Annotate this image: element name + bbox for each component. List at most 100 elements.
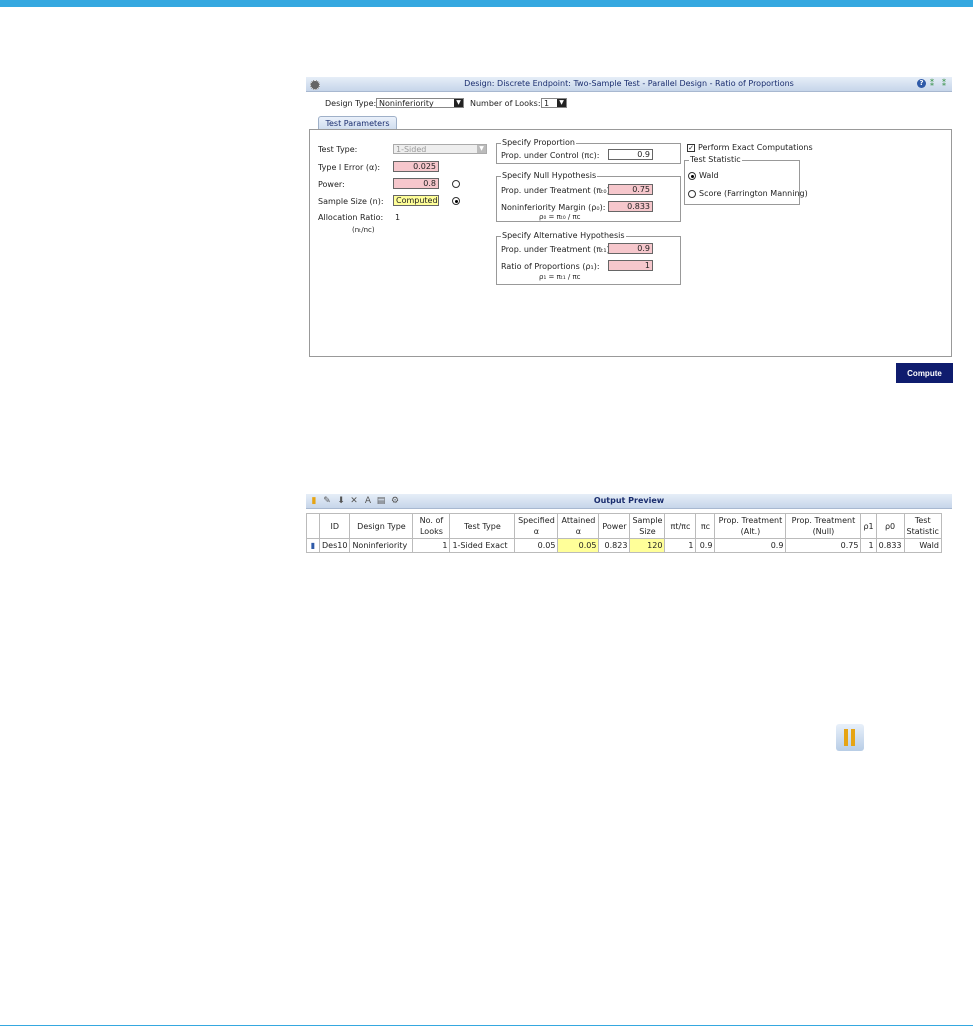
alternative-hypothesis-legend: Specify Alternative Hypothesis: [501, 231, 626, 240]
column-header[interactable]: ρ0: [875, 513, 905, 539]
margin-formula: ρ₀ = πₜ₀ / πᴄ: [539, 213, 581, 221]
score-radio[interactable]: [688, 190, 696, 198]
type-i-error-label: Type I Error (α):: [318, 163, 381, 172]
chevron-down-icon: ▼: [557, 99, 566, 107]
compute-power-radio[interactable]: [452, 180, 460, 188]
table-cell: 1: [412, 538, 451, 553]
column-header[interactable]: Prop. Treatment (Alt.): [714, 513, 787, 539]
compute-sample-size-radio[interactable]: [452, 197, 460, 205]
bottom-accent-line: [0, 1025, 973, 1026]
chevron-down-icon: ▼: [454, 99, 463, 107]
power-label: Power:: [318, 180, 345, 189]
alt-prop-treatment-label: Prop. under Treatment (πₜ₁):: [501, 245, 613, 254]
chevron-down-icon: ▼: [477, 145, 486, 153]
test-type-value: 1-Sided: [396, 145, 427, 154]
score-label: Score (Farrington Manning): [699, 189, 808, 198]
null-prop-treatment-field[interactable]: 0.75: [608, 184, 653, 195]
design-type-value: Noninferiority: [379, 99, 434, 108]
table-cell: 1-Sided Exact: [449, 538, 516, 553]
design-title: Design: Discrete Endpoint: Two-Sample Te…: [464, 79, 794, 88]
output-toolbar: ▮ ✎ ⬇ ✕ A ▤ ⚙ Output Preview: [306, 494, 952, 509]
exact-computations-label: Perform Exact Computations: [698, 143, 813, 152]
test-type-select: 1-Sided ▼: [393, 144, 487, 154]
table-cell: Noninferiority: [349, 538, 414, 553]
column-header[interactable]: Attained α: [557, 513, 600, 539]
null-prop-treatment-label: Prop. under Treatment (πₜ₀):: [501, 186, 613, 195]
table-cell: Wald: [903, 538, 942, 553]
column-header[interactable]: Test Statistic: [903, 513, 942, 539]
table-cell: Des10: [318, 538, 351, 553]
design-panel: Design: Discrete Endpoint: Two-Sample Te…: [306, 77, 952, 361]
expand-tree-icon[interactable]: ⁑: [942, 79, 951, 88]
noninferiority-margin-label: Noninferiority Margin (ρ₀):: [501, 203, 606, 212]
wald-label: Wald: [699, 171, 719, 180]
ratio-formula: ρ₁ = πₜ₁ / πᴄ: [539, 273, 581, 281]
specify-proportion-group: Specify Proportion Prop. under Control (…: [496, 138, 681, 164]
table-cell: 0.75: [785, 538, 862, 553]
ratio-of-proportions-field[interactable]: 1: [608, 260, 653, 271]
number-of-looks-label: Number of Looks:: [470, 99, 541, 108]
test-type-label: Test Type:: [318, 145, 358, 154]
column-header[interactable]: Specified α: [514, 513, 559, 539]
alternative-hypothesis-group: Specify Alternative Hypothesis Prop. und…: [496, 231, 681, 285]
table-cell: 0.05: [514, 538, 559, 553]
top-accent-bar: [0, 0, 973, 7]
compute-button[interactable]: Compute: [896, 363, 953, 383]
collapse-tree-icon[interactable]: ⁑: [930, 79, 939, 88]
noninferiority-margin-field[interactable]: 0.833: [608, 201, 653, 212]
table-cell: 0.05: [557, 538, 600, 553]
prop-control-label: Prop. under Control (πᴄ):: [501, 151, 600, 160]
help-icon[interactable]: ?: [917, 79, 926, 88]
wald-radio[interactable]: [688, 172, 696, 180]
row-selector-header: [306, 513, 320, 539]
table-cell: 1: [664, 538, 697, 553]
column-header[interactable]: Prop. Treatment (Null): [785, 513, 862, 539]
sample-size-field[interactable]: Computed: [393, 195, 439, 206]
test-statistic-legend: Test Statistic: [689, 155, 742, 164]
power-field[interactable]: 0.8: [393, 178, 439, 189]
widget-bar: [851, 729, 855, 746]
prop-control-field[interactable]: 0.9: [608, 149, 653, 160]
design-titlebar: Design: Discrete Endpoint: Two-Sample Te…: [306, 77, 952, 92]
table-cell: 0.9: [714, 538, 787, 553]
specify-proportion-legend: Specify Proportion: [501, 138, 576, 147]
column-header[interactable]: Test Type: [449, 513, 516, 539]
test-parameters-content: Test Type: 1-Sided ▼ Type I Error (α): 0…: [309, 129, 952, 357]
output-preview-title: Output Preview: [593, 496, 665, 505]
column-header[interactable]: Power: [598, 513, 631, 539]
null-hypothesis-legend: Specify Null Hypothesis: [501, 171, 598, 180]
table-cell: 0.823: [598, 538, 631, 553]
library-widget-icon[interactable]: [836, 724, 864, 751]
ratio-of-proportions-label: Ratio of Proportions (ρ₁):: [501, 262, 600, 271]
column-header[interactable]: Sample Size: [629, 513, 666, 539]
table-cell: 0.833: [875, 538, 905, 553]
allocation-ratio-value[interactable]: 1: [395, 213, 400, 222]
test-statistic-group: Test Statistic Wald Score (Farrington Ma…: [684, 155, 808, 205]
row-chart-icon[interactable]: ▮: [306, 538, 320, 553]
table-cell: 1: [860, 538, 877, 553]
type-i-error-field[interactable]: 0.025: [393, 161, 439, 172]
allocation-ratio-label: Allocation Ratio:: [318, 213, 384, 222]
output-table: ID Design Type No. of Looks Test Type Sp…: [306, 513, 942, 553]
number-of-looks-select[interactable]: 1 ▼: [541, 98, 567, 108]
column-header[interactable]: Design Type: [349, 513, 414, 539]
column-header[interactable]: πt/πc: [664, 513, 697, 539]
column-header[interactable]: πc: [695, 513, 716, 539]
widget-bar: [844, 729, 848, 746]
table-cell: 120: [629, 538, 666, 553]
number-of-looks-value: 1: [544, 99, 550, 108]
table-header-row: ID Design Type No. of Looks Test Type Sp…: [306, 513, 942, 539]
allocation-ratio-formula: (nₜ/nᴄ): [352, 226, 375, 234]
design-type-select[interactable]: Noninferiority ▼: [376, 98, 464, 108]
design-type-label: Design Type:: [325, 99, 377, 108]
column-header[interactable]: No. of Looks: [412, 513, 451, 539]
sample-size-label: Sample Size (n):: [318, 197, 384, 206]
column-header[interactable]: ρ1: [860, 513, 877, 539]
table-cell: 0.9: [695, 538, 716, 553]
alt-prop-treatment-field[interactable]: 0.9: [608, 243, 653, 254]
tab-test-parameters[interactable]: Test Parameters: [318, 116, 397, 130]
table-row[interactable]: ▮ Des10 Noninferiority 1 1-Sided Exact 0…: [306, 538, 942, 553]
column-header[interactable]: ID: [318, 513, 351, 539]
exact-computations-checkbox[interactable]: ✓: [687, 144, 695, 152]
null-hypothesis-group: Specify Null Hypothesis Prop. under Trea…: [496, 171, 681, 222]
